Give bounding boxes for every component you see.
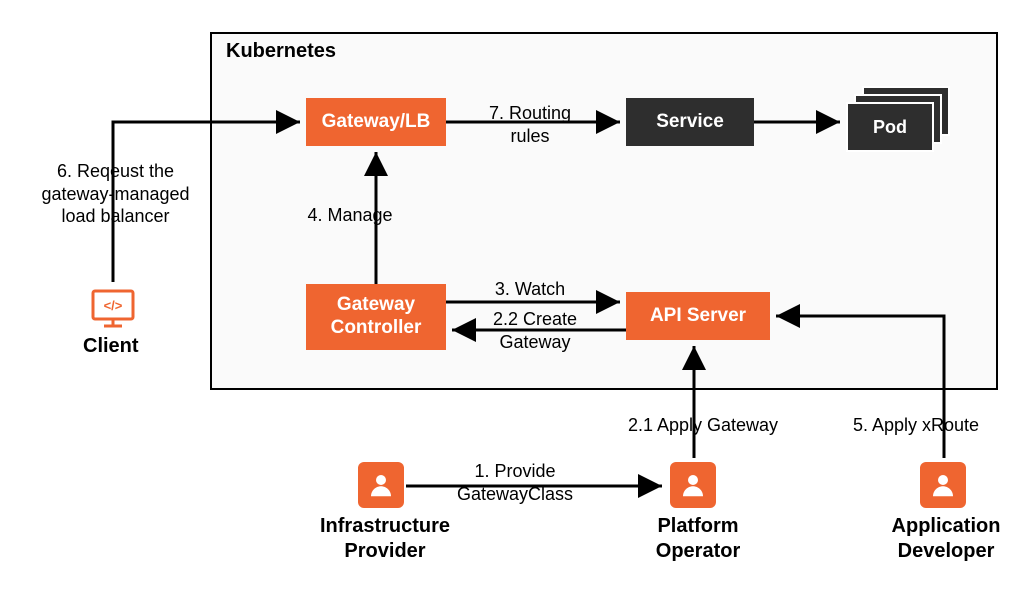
svg-text:</>: </>: [104, 298, 123, 313]
edge-5-label: 5. Apply xRoute: [836, 414, 996, 437]
edge-3-label: 3. Watch: [470, 278, 590, 301]
app-developer-icon: [920, 462, 966, 508]
edge-7-label: 7. Routing rules: [470, 102, 590, 147]
pod-stack: Pod: [846, 86, 954, 156]
platform-operator-icon: [670, 462, 716, 508]
edge-1-label: 1. Provide GatewayClass: [440, 460, 590, 505]
client-label: Client: [83, 334, 139, 359]
edge-22-label: 2.2 Create Gateway: [470, 308, 600, 353]
edge-21-label: 2.1 Apply Gateway: [618, 414, 788, 437]
infra-provider-icon: [358, 462, 404, 508]
app-developer-label: Application Developer: [886, 514, 1006, 564]
edge-6-label: 6. Reqeust the gateway-managed load bala…: [28, 160, 203, 228]
service-node: Service: [626, 98, 754, 146]
api-server-node: API Server: [626, 292, 770, 340]
platform-operator-label: Platform Operator: [648, 514, 748, 564]
edge-4-label: 4. Manage: [300, 204, 400, 227]
gatewaylb-node: Gateway/LB: [306, 98, 446, 146]
client-icon: </>: [90, 288, 136, 330]
gateway-controller-node: Gateway Controller: [306, 284, 446, 350]
infra-provider-label: Infrastructure Provider: [310, 514, 460, 564]
pod-node: Pod: [846, 102, 934, 152]
kubernetes-title: Kubernetes: [226, 40, 336, 63]
